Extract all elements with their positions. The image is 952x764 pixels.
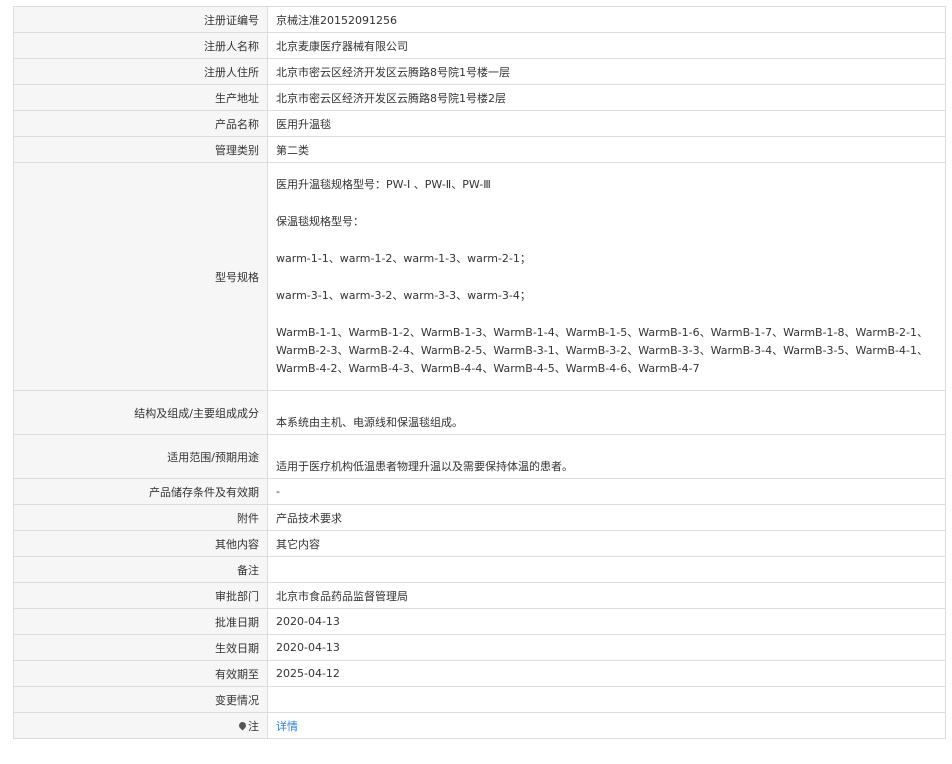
value-expire: 2025-04-12 [267,660,946,687]
label-storage: 产品储存条件及有效期 [13,478,268,505]
label-attachment: 附件 [13,504,268,531]
spec-line: 保温毯规格型号： [276,214,364,228]
value-registrant-address: 北京市密云区经济开发区云腾路8号院1号楼一层 [267,58,946,85]
value-storage: - [267,478,946,505]
registration-table: 注册证编号 京械注准20152091256 注册人名称 北京麦康医疗器械有限公司… [13,6,946,739]
row-category: 管理类别 第二类 [13,136,946,163]
label-production-address: 生产地址 [13,84,268,111]
row-spec: 型号规格 医用升温毯规格型号：PW-Ⅰ 、PW-Ⅱ、PW-Ⅲ 保温毯规格型号： … [13,162,946,391]
value-change [267,686,946,713]
row-reg-no: 注册证编号 京械注准20152091256 [13,6,946,33]
value-structure: 本系统由主机、电源线和保温毯组成。 [267,390,946,435]
label-usage: 适用范围/预期用途 [13,434,268,479]
label-change: 变更情况 [13,686,268,713]
label-structure: 结构及组成/主要组成成分 [13,390,268,435]
row-remark: 备注 [13,556,946,583]
spec-line: warm-1-1、warm-1-2、warm-1-3、warm-2-1； [276,251,531,265]
spec-line: WarmB-4-2、WarmB-4-3、WarmB-4-4、WarmB-4-5、… [276,361,700,375]
row-product-name: 产品名称 医用升温毯 [13,110,946,137]
value-registrant: 北京麦康医疗器械有限公司 [267,32,946,59]
row-dept: 审批部门 北京市食品药品监督管理局 [13,582,946,609]
label-product-name: 产品名称 [13,110,268,137]
value-dept: 北京市食品药品监督管理局 [267,582,946,609]
row-approve-date: 批准日期 2020-04-13 [13,608,946,635]
value-reg-no: 京械注准20152091256 [267,6,946,33]
spec-line: 医用升温毯规格型号：PW-Ⅰ 、PW-Ⅱ、PW-Ⅲ [276,177,491,191]
registration-detail: 注册证编号 京械注准20152091256 注册人名称 北京麦康医疗器械有限公司… [13,6,946,739]
value-effective-date: 2020-04-13 [267,634,946,661]
note-label: 注 [248,719,259,733]
label-registrant: 注册人名称 [13,32,268,59]
row-production-address: 生产地址 北京市密云区经济开发区云腾路8号院1号楼2层 [13,84,946,111]
row-storage: 产品储存条件及有效期 - [13,478,946,505]
value-other: 其它内容 [267,530,946,557]
value-attachment: 产品技术要求 [267,504,946,531]
map-pin-icon [237,720,248,730]
value-remark [267,556,946,583]
details-link[interactable]: 详情 [276,720,298,733]
value-note: 详情 [267,712,946,739]
value-production-address: 北京市密云区经济开发区云腾路8号院1号楼2层 [267,84,946,111]
label-registrant-address: 注册人住所 [13,58,268,85]
spec-line: WarmB-1-1、WarmB-1-2、WarmB-1-3、WarmB-1-4、… [276,325,928,339]
label-note: 注 [13,712,268,739]
label-expire: 有效期至 [13,660,268,687]
spec-line: WarmB-2-3、WarmB-2-4、WarmB-2-5、WarmB-3-1、… [276,343,928,357]
row-change: 变更情况 [13,686,946,713]
label-dept: 审批部门 [13,582,268,609]
row-expire: 有效期至 2025-04-12 [13,660,946,687]
value-usage: 适用于医疗机构低温患者物理升温以及需要保持体温的患者。 [267,434,946,479]
row-registrant: 注册人名称 北京麦康医疗器械有限公司 [13,32,946,59]
row-effective-date: 生效日期 2020-04-13 [13,634,946,661]
value-product-name: 医用升温毯 [267,110,946,137]
value-spec: 医用升温毯规格型号：PW-Ⅰ 、PW-Ⅱ、PW-Ⅲ 保温毯规格型号： warm-… [267,162,946,391]
label-reg-no: 注册证编号 [13,6,268,33]
label-spec: 型号规格 [13,162,268,391]
label-remark: 备注 [13,556,268,583]
label-effective-date: 生效日期 [13,634,268,661]
label-category: 管理类别 [13,136,268,163]
value-approve-date: 2020-04-13 [267,608,946,635]
row-other: 其他内容 其它内容 [13,530,946,557]
label-approve-date: 批准日期 [13,608,268,635]
spec-line: warm-3-1、warm-3-2、warm-3-3、warm-3-4； [276,288,531,302]
label-other: 其他内容 [13,530,268,557]
row-structure: 结构及组成/主要组成成分 本系统由主机、电源线和保温毯组成。 [13,390,946,435]
value-category: 第二类 [267,136,946,163]
row-registrant-address: 注册人住所 北京市密云区经济开发区云腾路8号院1号楼一层 [13,58,946,85]
row-attachment: 附件 产品技术要求 [13,504,946,531]
row-usage: 适用范围/预期用途 适用于医疗机构低温患者物理升温以及需要保持体温的患者。 [13,434,946,479]
row-note: 注 详情 [13,712,946,739]
